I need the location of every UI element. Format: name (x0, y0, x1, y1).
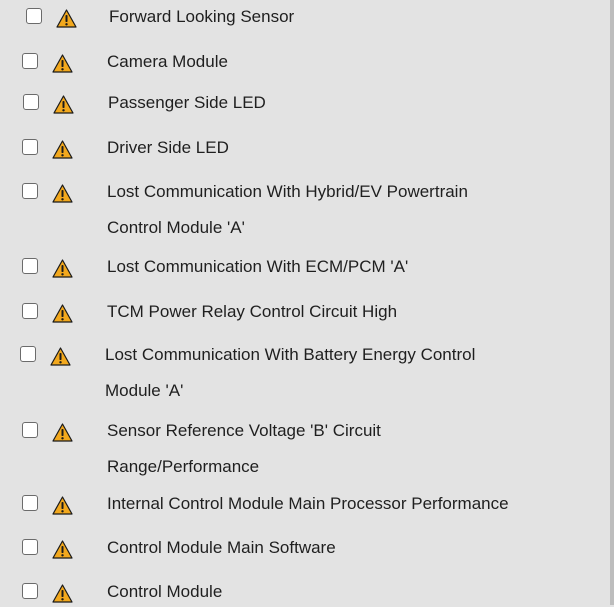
warning-icon (52, 423, 73, 442)
warning-icon (52, 140, 73, 159)
item-checkbox[interactable] (22, 53, 38, 69)
item-label: Driver Side LED (107, 138, 229, 157)
item-label: Module 'A' (105, 381, 184, 400)
item-checkbox[interactable] (22, 495, 38, 511)
item-label: Passenger Side LED (108, 93, 266, 112)
item-checkbox[interactable] (22, 539, 38, 555)
item-checkbox[interactable] (26, 8, 42, 24)
warning-icon (52, 184, 73, 203)
item-label: Lost Communication With Battery Energy C… (105, 345, 476, 364)
item-label: Camera Module (107, 52, 228, 71)
warning-icon (52, 496, 73, 515)
item-label: Lost Communication With ECM/PCM 'A' (107, 257, 409, 276)
warning-icon (52, 54, 73, 73)
item-label: Control Module (107, 582, 223, 601)
item-label: TCM Power Relay Control Circuit High (107, 302, 398, 321)
item-label: Internal Control Module Main Processor P… (107, 494, 509, 513)
item-checkbox[interactable] (22, 258, 38, 274)
item-checkbox[interactable] (20, 346, 36, 362)
item-label: Lost Communication With Hybrid/EV Powert… (107, 182, 468, 201)
warning-icon (53, 95, 74, 114)
item-label: Sensor Reference Voltage 'B' Circuit (107, 421, 381, 440)
item-checkbox[interactable] (22, 422, 38, 438)
warning-icon (52, 540, 73, 559)
item-label: Forward Looking Sensor (109, 7, 295, 26)
item-checkbox[interactable] (22, 139, 38, 155)
item-label: Range/Performance (107, 457, 260, 476)
item-checkbox[interactable] (23, 94, 39, 110)
warning-icon (52, 304, 73, 323)
item-checkbox[interactable] (22, 183, 38, 199)
warning-icon (52, 584, 73, 603)
dtc-list: Forward Looking Sensor Camera Module Passe… (0, 0, 610, 605)
warning-icon (50, 347, 71, 366)
warning-icon (56, 9, 77, 28)
item-checkbox[interactable] (22, 303, 38, 319)
warning-icon (52, 259, 73, 278)
item-checkbox[interactable] (22, 583, 38, 599)
scrollbar[interactable] (610, 0, 614, 605)
item-label: Control Module 'A' (107, 218, 245, 237)
item-label: Control Module Main Software (107, 538, 336, 557)
